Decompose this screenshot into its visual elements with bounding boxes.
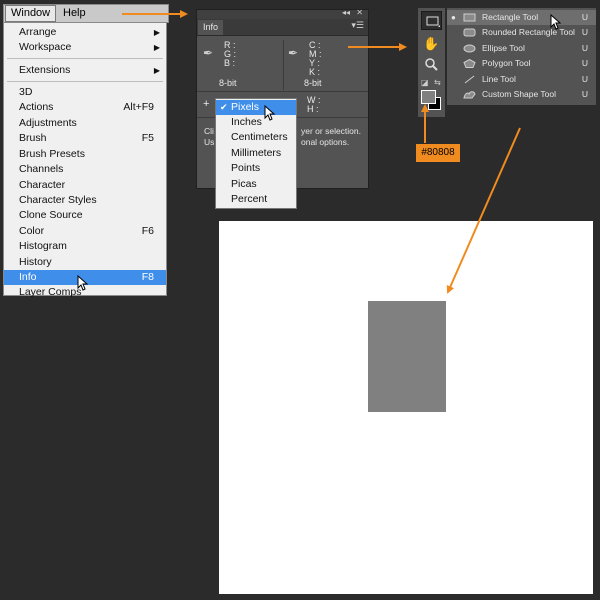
tutorial-arrows xyxy=(122,10,521,294)
arrow-flyout-to-shape xyxy=(446,127,521,294)
